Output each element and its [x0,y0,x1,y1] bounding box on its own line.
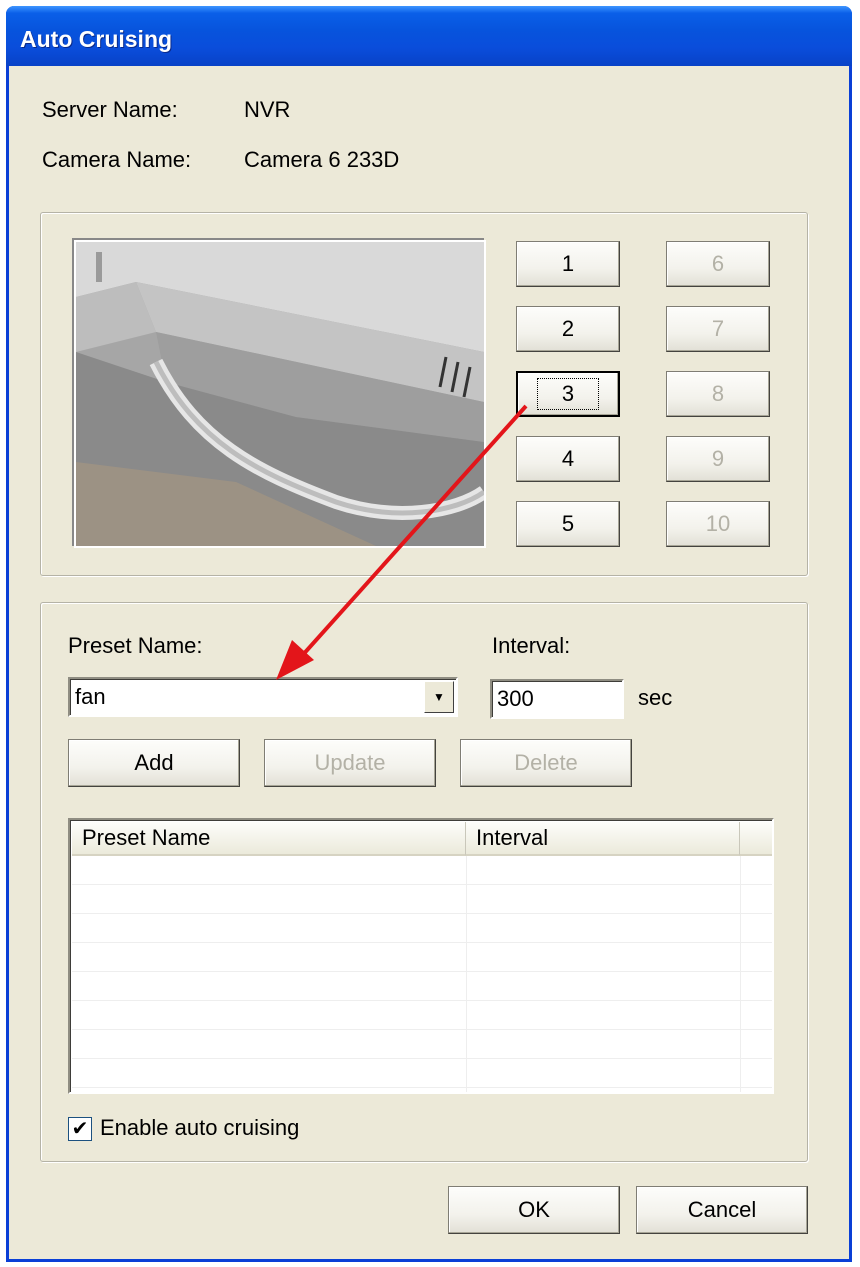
annotation-arrow [276,404,528,680]
